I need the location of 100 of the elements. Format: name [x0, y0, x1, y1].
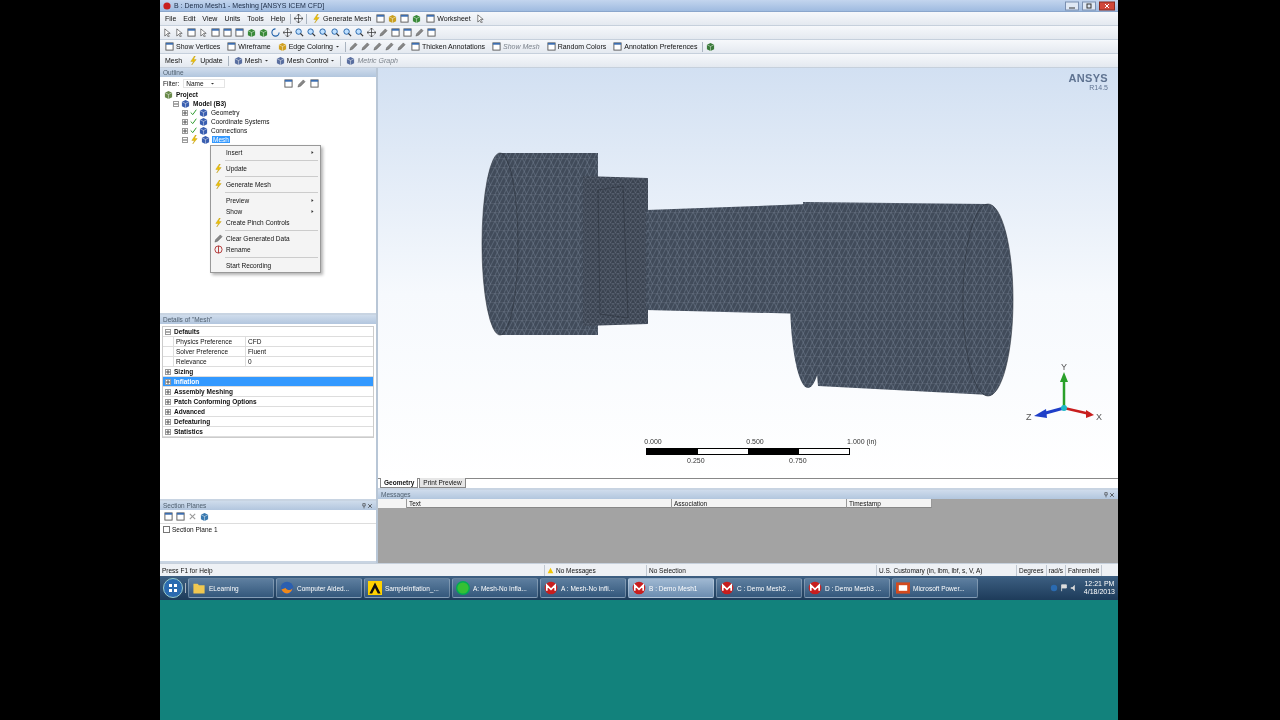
rename-icon	[214, 245, 223, 254]
window-icon	[227, 42, 237, 51]
expander-box[interactable]	[165, 428, 171, 435]
start-icon	[163, 578, 183, 598]
cube-icon	[706, 42, 716, 51]
caret-icon	[335, 44, 340, 49]
expander-box[interactable]	[182, 136, 188, 143]
app-icon	[163, 1, 171, 10]
cursor-icon	[475, 14, 485, 23]
window-icon	[546, 42, 556, 51]
pan-icon	[294, 14, 304, 23]
expander-box[interactable]	[165, 408, 171, 415]
expander-box[interactable]	[165, 368, 171, 375]
close-icon	[367, 502, 373, 509]
meshing-icon	[632, 581, 646, 595]
window-icon	[283, 79, 293, 88]
cube-icon	[181, 99, 190, 108]
caret-icon	[330, 58, 336, 63]
pan-icon	[283, 28, 292, 37]
globe-icon	[280, 581, 294, 595]
expander-box[interactable]	[182, 118, 188, 125]
expander-box[interactable]	[182, 109, 188, 116]
expander-box[interactable]	[165, 398, 171, 405]
zoom-icon	[343, 28, 352, 37]
pin-icon	[1103, 491, 1109, 498]
cube-icon	[388, 14, 398, 23]
window-icon	[176, 512, 185, 521]
window-icon	[426, 14, 436, 23]
caret-icon	[263, 58, 269, 63]
warning-icon	[547, 566, 554, 574]
cube-icon	[277, 42, 287, 51]
window-icon	[164, 512, 173, 521]
window-icon	[376, 14, 386, 23]
pan-icon	[367, 28, 376, 37]
lightning-icon	[214, 218, 223, 227]
window-icon	[235, 28, 244, 37]
cube-icon	[412, 14, 422, 23]
flag-icon	[1059, 584, 1068, 592]
meshing-icon	[808, 581, 822, 595]
cube-icon	[164, 90, 173, 99]
lightning-icon	[312, 14, 322, 23]
minimize-icon	[1065, 0, 1079, 11]
expander-box[interactable]	[165, 418, 171, 425]
modeler-icon	[456, 581, 470, 595]
rotate-icon	[271, 28, 280, 37]
logo-text: ANSYS	[1068, 72, 1108, 84]
cube-icon	[346, 56, 356, 65]
expander-box[interactable]	[165, 378, 171, 385]
zoom-icon	[355, 28, 364, 37]
axis-label: Z	[1026, 412, 1032, 422]
cursor-icon	[199, 28, 208, 37]
cube-icon	[275, 56, 285, 65]
slides-icon	[896, 581, 910, 595]
zoom-icon	[295, 28, 304, 37]
cube-icon	[199, 108, 208, 117]
window-icon	[427, 28, 436, 37]
lightning-icon	[189, 56, 199, 65]
window-icon	[400, 14, 410, 23]
expander-box[interactable]	[165, 328, 171, 335]
cube-icon	[233, 56, 243, 65]
window-icon	[165, 42, 174, 51]
submenu-arrow-icon	[310, 198, 315, 203]
window-icon	[411, 42, 420, 51]
submenu-arrow-icon	[310, 209, 315, 214]
speaker-icon	[1069, 584, 1078, 592]
expander-box[interactable]	[165, 388, 171, 395]
expander-box[interactable]	[173, 100, 179, 107]
pencil-icon	[214, 234, 223, 243]
window-icon	[391, 28, 400, 37]
close-icon	[1099, 0, 1115, 11]
window-icon	[309, 79, 319, 88]
caret-icon	[209, 81, 215, 86]
cube-icon	[199, 126, 208, 135]
window-icon	[187, 28, 196, 37]
axis-triad-icon	[1034, 372, 1094, 418]
expander-box[interactable]	[182, 127, 188, 134]
pencil-icon	[296, 79, 306, 88]
window-icon	[403, 28, 412, 37]
checkbox[interactable]	[163, 526, 170, 533]
close-icon	[1109, 491, 1115, 498]
meshing-icon	[544, 581, 558, 595]
folder-icon	[192, 581, 206, 595]
axis-label: X	[1096, 412, 1102, 422]
cube-icon	[201, 135, 210, 144]
meshing-icon	[720, 581, 734, 595]
window-icon	[211, 28, 220, 37]
zoom-icon	[319, 28, 328, 37]
tent-icon	[368, 581, 382, 595]
pin-icon	[361, 502, 367, 509]
window-icon	[223, 28, 232, 37]
window-icon	[492, 42, 502, 51]
axis-label: Y	[1061, 362, 1067, 372]
cube-icon	[200, 512, 209, 521]
delete-icon	[188, 512, 197, 521]
cube-icon	[199, 117, 208, 126]
info-icon	[1049, 584, 1058, 592]
restore-icon	[1082, 0, 1096, 11]
submenu-arrow-icon	[310, 150, 315, 155]
zoom-icon	[307, 28, 316, 37]
zoom-icon	[331, 28, 340, 37]
